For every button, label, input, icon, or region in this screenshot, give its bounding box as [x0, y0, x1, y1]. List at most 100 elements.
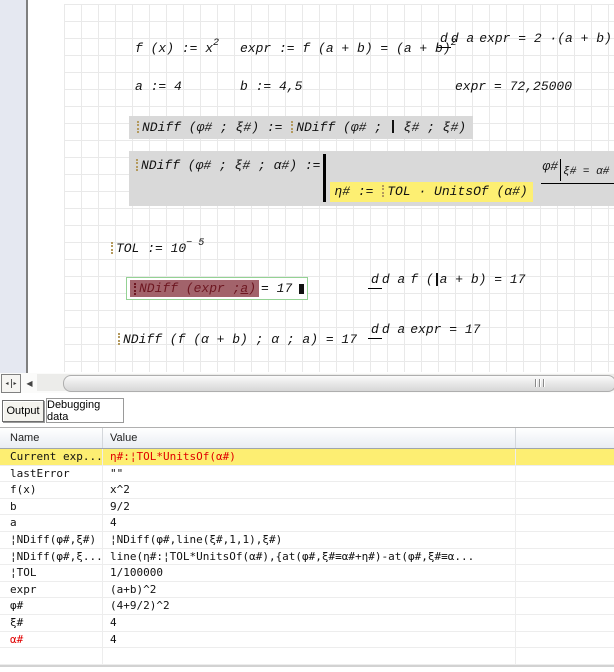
column-divider[interactable] — [102, 428, 103, 448]
expression-tol-definition[interactable]: TOL := 10− 5 — [110, 241, 204, 256]
arrow-left-icon: ◂ — [5, 380, 8, 387]
horizontal-scrollbar-strip: ◂▸ ◀ — [0, 373, 614, 393]
table-row[interactable]: a4 — [0, 515, 614, 532]
row-name: ξ# — [0, 615, 102, 631]
expression-expr-result[interactable]: expr = 72,25000 — [455, 79, 572, 94]
derivative-denominator: d a — [382, 271, 405, 287]
row-name — [0, 648, 102, 664]
selection-frame: NDiff (expr ;a) = 17 — [126, 277, 308, 300]
row-value: 9/2 — [102, 499, 130, 515]
table-row[interactable]: ξ#4 — [0, 615, 614, 632]
table-row-empty[interactable] — [0, 648, 614, 665]
worksheet-canvas[interactable]: f (x) := x2 expr := f (a + b) = (a + b)2… — [0, 0, 614, 373]
line-operator-bar — [323, 154, 326, 202]
splitter-bar-icon — [11, 379, 12, 388]
sel-pre: NDiff (expr ; — [139, 281, 240, 296]
quotient-numerator: φ# ξ# = α# + η# − φ# ξ# = α# − η# — [541, 159, 614, 184]
expression-derivative-f[interactable]: dd a f ( a + b) = 17 — [368, 272, 525, 287]
expression-b-definition[interactable]: b := 4,5 — [240, 79, 302, 94]
local-name-marker-icon — [137, 121, 139, 133]
row-value — [102, 648, 110, 664]
expression-ndiff-call[interactable]: NDiff (f (α + b) ; α ; a) = 17 — [117, 332, 357, 347]
expression-fx-definition[interactable]: f (x) := x2 — [135, 41, 219, 56]
deriv-f-post: a + b) = 17 — [440, 272, 526, 287]
table-row-current-expression[interactable]: Current exp...η#:¦TOL*UnitsOf(α#) — [0, 449, 614, 466]
row-value: (4+9/2)^2 — [102, 598, 170, 614]
column-divider[interactable] — [515, 428, 516, 448]
row-value: (a+b)^2 — [102, 582, 156, 598]
fx-exponent: 2 — [213, 38, 219, 49]
derivative-denominator: d a — [382, 321, 405, 337]
table-end-divider — [0, 665, 614, 667]
splitter-handle[interactable]: ◂▸ — [1, 374, 21, 393]
row-name: Current exp... — [0, 449, 102, 465]
placeholder-cursor — [299, 284, 304, 294]
debugging-data-table: Name Value Current exp...η#:¦TOL*UnitsOf… — [0, 427, 614, 672]
eta-assign: η# := — [334, 184, 381, 199]
tab-debugging-data[interactable]: Debugging data — [46, 398, 124, 423]
scrollbar-track[interactable] — [37, 374, 614, 391]
column-divider — [515, 449, 516, 665]
row-value: 4 — [102, 615, 117, 631]
derivative-numerator: d — [368, 272, 382, 289]
row-name: ¦TOL — [0, 565, 102, 581]
derivative-fraction: dd a — [368, 322, 405, 337]
column-divider — [102, 449, 103, 665]
column-header-value[interactable]: Value — [110, 432, 137, 444]
scrollbar-thumb[interactable] — [63, 375, 614, 392]
ndiff2-body: η# := TOL · UnitsOf (α#) φ# ξ# = α# + η#… — [330, 154, 614, 202]
deriv-f-pre: f ( — [410, 272, 433, 287]
arrow-left-icon: ◀ — [26, 379, 32, 388]
row-value: 4 — [102, 632, 117, 648]
local-name-marker-icon — [382, 185, 384, 197]
row-value: ¦NDiff(φ#,line(ξ#,1,1),ξ#) — [102, 532, 282, 548]
row-name: lastError — [0, 466, 102, 482]
table-body: Current exp...η#:¦TOL*UnitsOf(α#) lastEr… — [0, 449, 614, 665]
tol-exponent: − 5 — [186, 238, 204, 249]
table-row[interactable]: ¦TOL1/100000 — [0, 565, 614, 582]
expression-ndiff-definition-1[interactable]: NDiff (φ# ; ξ#) := NDiff (φ# ; ξ# ; ξ#) — [129, 116, 473, 139]
row-name: f(x) — [0, 482, 102, 498]
table-header[interactable]: Name Value — [0, 428, 614, 449]
local-name-marker-icon — [136, 159, 138, 171]
scroll-left-button[interactable]: ◀ — [24, 376, 35, 390]
expression-ndiff-evaluation[interactable]: NDiff (expr ;a) = 17 — [126, 277, 308, 300]
row-name: b — [0, 499, 102, 515]
expr-base: expr := f (a + b) = (a + b) — [240, 41, 451, 56]
eval-result: = 17 — [261, 281, 292, 296]
row-value: x^2 — [102, 482, 130, 498]
expression-expr-definition[interactable]: expr := f (a + b) = (a + b)2 — [240, 41, 457, 56]
row-name: ¦NDiff(φ#,ξ... — [0, 549, 102, 565]
table-row[interactable]: φ#(4+9/2)^2 — [0, 598, 614, 615]
derivative-result: expr = 2 ·(a + b) — [479, 31, 612, 46]
row-value: 4 — [102, 515, 117, 531]
row-name: φ# — [0, 598, 102, 614]
derivative-numerator: d — [437, 31, 451, 48]
tol-base: TOL := 10 — [116, 241, 186, 256]
derivative-numerator: d — [368, 322, 382, 339]
table-row[interactable]: f(x)x^2 — [0, 482, 614, 499]
local-name-marker-icon — [291, 121, 293, 133]
table-row[interactable]: ¦NDiff(φ#,ξ...line(η#:¦TOL*UnitsOf(α#),{… — [0, 549, 614, 566]
text-cursor — [392, 120, 394, 133]
phi-1: φ# — [543, 159, 559, 174]
local-name-marker-icon — [118, 333, 120, 345]
column-header-name[interactable]: Name — [10, 432, 39, 444]
table-row[interactable]: lastError"" — [0, 466, 614, 483]
table-row[interactable]: ¦NDiff(φ#,ξ#)¦NDiff(φ#,line(ξ#,1,1),ξ#) — [0, 532, 614, 549]
current-expression-highlight: η# := TOL · UnitsOf (α#) — [330, 182, 532, 202]
expression-derivative-expr-2[interactable]: dd a expr = 17 — [368, 322, 480, 337]
derivative-fraction: dd a — [368, 272, 405, 287]
table-row[interactable]: expr(a+b)^2 — [0, 582, 614, 599]
expression-ndiff-definition-2[interactable]: NDiff (φ# ; ξ# ; α#) := η# := TOL · Unit… — [129, 151, 614, 206]
expression-derivative-expr[interactable]: dd a expr = 2 ·(a + b) — [437, 31, 612, 46]
table-row[interactable]: b9/2 — [0, 499, 614, 516]
table-row-alpha[interactable]: α#4 — [0, 632, 614, 649]
local-name-marker-icon — [111, 242, 113, 254]
expression-a-definition[interactable]: a := 4 — [135, 79, 182, 94]
row-name: a — [0, 515, 102, 531]
ndiff1-rhs-post: ξ# ; ξ#) — [396, 120, 466, 135]
difference-quotient-fraction: φ# ξ# = α# + η# − φ# ξ# = α# − η# 2 · η# — [541, 159, 614, 199]
row-value: η#:¦TOL*UnitsOf(α#) — [102, 449, 236, 465]
tab-output[interactable]: Output — [2, 400, 44, 422]
